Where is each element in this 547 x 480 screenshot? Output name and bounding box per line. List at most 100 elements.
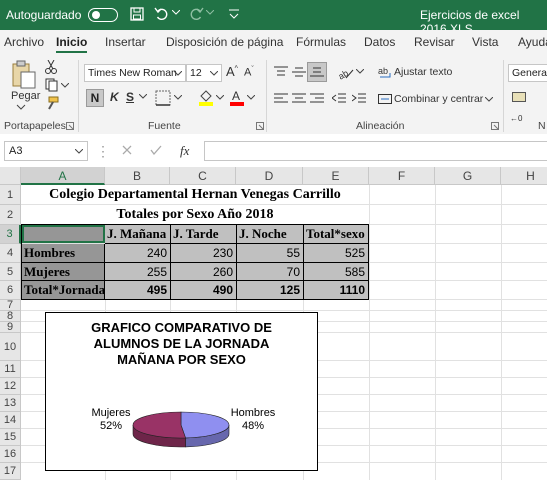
accounting-format-icon[interactable] [512, 90, 526, 104]
cell-e4[interactable]: 525 [304, 244, 368, 263]
save-icon[interactable] [130, 7, 144, 21]
merge-dropdown-icon[interactable] [485, 97, 493, 102]
cell-c4[interactable]: 230 [171, 244, 237, 263]
cell-d4[interactable]: 55 [237, 244, 304, 263]
sheet-title-1[interactable]: Colegio Departamental Hernan Venegas Car… [21, 185, 369, 204]
column-header-a[interactable]: A [21, 167, 105, 185]
column-header-h[interactable]: H [501, 167, 547, 185]
orientation-dropdown-icon[interactable] [356, 69, 364, 74]
row-header-1[interactable]: 1 [0, 185, 21, 205]
decrease-indent-icon[interactable] [332, 93, 346, 105]
wrap-text-icon[interactable]: ab [378, 65, 392, 79]
borders-dropdown-icon[interactable] [174, 95, 182, 100]
decrease-font-icon[interactable]: Aˇ [244, 66, 254, 79]
row-header-10[interactable]: 10 [0, 333, 21, 361]
cell-b6[interactable]: 495 [105, 281, 171, 299]
align-middle-icon[interactable] [292, 66, 306, 78]
row-header-6[interactable]: 6 [0, 281, 21, 300]
autosave-toggle[interactable] [88, 8, 118, 22]
undo-icon[interactable] [154, 6, 170, 22]
tab-disposicion[interactable]: Disposición de página [166, 35, 283, 49]
paste-dropdown-icon[interactable] [16, 104, 26, 110]
tab-archivo[interactable]: Archivo [4, 35, 44, 49]
tab-revisar[interactable]: Revisar [414, 35, 455, 49]
customize-toolbar-icon[interactable] [228, 8, 240, 20]
tab-inicio[interactable]: Inicio [56, 35, 88, 53]
font-name-select[interactable]: Times New Roman [84, 64, 186, 82]
paste-icon[interactable] [11, 60, 37, 90]
row-header-2[interactable]: 2 [0, 205, 21, 225]
increase-indent-icon[interactable] [352, 93, 366, 105]
row-header-3[interactable]: 3 [0, 225, 21, 244]
copy-dropdown-icon[interactable] [61, 83, 69, 88]
cell-c5[interactable]: 260 [171, 263, 237, 281]
column-header-e[interactable]: E [303, 167, 369, 185]
tab-vista[interactable]: Vista [472, 35, 498, 49]
sheet-title-2[interactable]: Totales por Sexo Año 2018 [21, 205, 369, 224]
paste-label[interactable]: Pegar [11, 90, 40, 102]
label-mujeres[interactable]: Mujeres [22, 263, 105, 281]
header-j-noche[interactable]: J. Noche [237, 225, 304, 244]
font-color-dropdown-icon[interactable] [247, 95, 255, 100]
cell-d5[interactable]: 70 [237, 263, 304, 281]
merge-center-label[interactable]: Combinar y centrar [394, 93, 483, 105]
header-j-tarde[interactable]: J. Tarde [171, 225, 237, 244]
row-header-15[interactable]: 15 [0, 429, 21, 446]
row-header-11[interactable]: 11 [0, 361, 21, 378]
undo-dropdown-icon[interactable] [172, 10, 180, 16]
pie-chart[interactable]: GRAFICO COMPARATIVO DE ALUMNOS DE LA JOR… [45, 312, 318, 471]
header-j-manana[interactable]: J. Mañana [105, 225, 171, 244]
orientation-icon[interactable]: ab [336, 64, 354, 80]
cell-e5[interactable]: 585 [304, 263, 368, 281]
fill-color-icon[interactable] [198, 88, 214, 106]
format-painter-icon[interactable] [45, 96, 59, 110]
row-header-17[interactable]: 17 [0, 463, 21, 480]
row-header-13[interactable]: 13 [0, 395, 21, 412]
label-total-jornada[interactable]: Total*Jornada [22, 281, 105, 299]
clipboard-launcher-icon[interactable] [66, 122, 74, 130]
row-header-14[interactable]: 14 [0, 412, 21, 429]
increase-decimal-icon[interactable]: ←0 [510, 112, 526, 122]
font-size-select[interactable]: 12 [186, 64, 222, 82]
cell-b4[interactable]: 240 [105, 244, 171, 263]
copy-icon[interactable] [45, 78, 59, 92]
underline-dropdown-icon[interactable] [139, 94, 147, 99]
enter-icon[interactable] [150, 145, 162, 155]
name-box[interactable]: A3 [4, 141, 88, 161]
row-header-4[interactable]: 4 [0, 244, 21, 263]
row-header-9[interactable]: 9 [0, 322, 21, 333]
font-color-icon[interactable]: A [229, 88, 245, 106]
bold-button[interactable]: N [86, 89, 104, 107]
cut-icon[interactable] [45, 60, 57, 74]
row-header-5[interactable]: 5 [0, 263, 21, 281]
italic-button[interactable]: K [110, 90, 119, 104]
align-center-icon[interactable] [292, 93, 306, 105]
cell-a3-selected[interactable] [22, 225, 105, 243]
cell-d6[interactable]: 125 [237, 281, 304, 299]
cancel-icon[interactable] [122, 145, 132, 155]
wrap-text-label[interactable]: Ajustar texto [394, 66, 452, 78]
align-right-icon[interactable] [310, 93, 324, 105]
align-top-icon[interactable] [274, 66, 288, 78]
cell-c6[interactable]: 490 [171, 281, 237, 299]
align-bottom-button[interactable] [307, 62, 327, 82]
column-header-d[interactable]: D [236, 167, 303, 185]
fill-color-dropdown-icon[interactable] [216, 95, 224, 100]
column-header-f[interactable]: F [369, 167, 435, 185]
formula-input[interactable] [204, 141, 547, 161]
column-header-c[interactable]: C [170, 167, 236, 185]
tab-ayuda[interactable]: Ayuda [518, 35, 547, 49]
number-format-select[interactable]: General [508, 64, 547, 82]
tab-insertar[interactable]: Insertar [105, 35, 146, 49]
merge-center-icon[interactable] [378, 92, 392, 106]
select-all-corner[interactable] [0, 167, 21, 185]
row-header-16[interactable]: 16 [0, 446, 21, 463]
insert-function-icon[interactable]: fx [180, 143, 189, 159]
redo-dropdown-icon[interactable] [206, 10, 214, 16]
increase-font-icon[interactable]: A^ [226, 64, 238, 79]
column-header-b[interactable]: B [105, 167, 170, 185]
tab-datos[interactable]: Datos [364, 35, 395, 49]
borders-icon[interactable] [155, 90, 171, 106]
row-header-12[interactable]: 12 [0, 378, 21, 395]
cell-e6[interactable]: 1110 [304, 281, 368, 299]
